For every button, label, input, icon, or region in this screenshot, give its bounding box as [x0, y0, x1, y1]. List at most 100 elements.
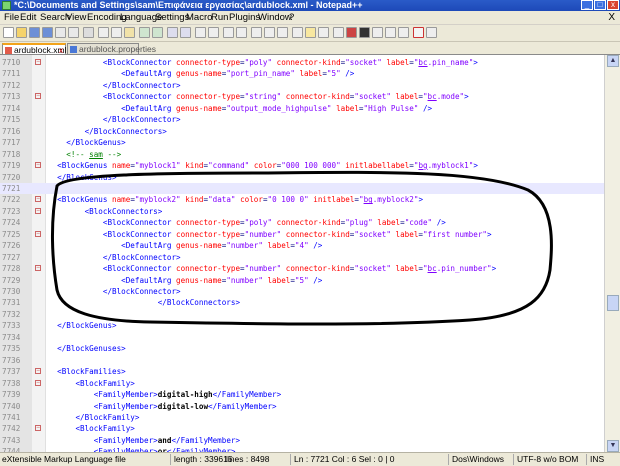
record-macro-icon[interactable]: [346, 27, 357, 38]
code-text[interactable]: </BlockGenus>: [48, 320, 116, 331]
menu-view[interactable]: View: [66, 12, 86, 24]
highlight-icon[interactable]: [305, 27, 316, 38]
fold-toggle-icon[interactable]: −: [35, 368, 41, 375]
close-all-icon[interactable]: [68, 27, 79, 38]
code-line[interactable]: 7733 </BlockGenus>: [0, 320, 604, 331]
code-line[interactable]: 7729 <DefaultArg genus-name="number" lab…: [0, 275, 604, 286]
code-line[interactable]: 7734: [0, 332, 604, 343]
code-text[interactable]: <BlockConnector connector-type="poly" co…: [48, 217, 446, 228]
sync-horizontal-icon[interactable]: [236, 27, 247, 38]
fold-toggle-icon[interactable]: −: [35, 59, 41, 65]
fold-toggle-icon[interactable]: −: [35, 196, 41, 203]
code-line[interactable]: 7741 </BlockFamily>: [0, 412, 604, 423]
save-macro-icon[interactable]: [398, 27, 409, 38]
code-text[interactable]: </BlockFamily>: [48, 412, 139, 423]
code-text[interactable]: </BlockConnectors>: [48, 126, 167, 137]
fold-toggle-icon[interactable]: −: [35, 230, 41, 237]
zoom-in-icon[interactable]: [195, 27, 206, 38]
code-line[interactable]: 7719 − <BlockGenus name="myblock1" kind="…: [0, 160, 604, 171]
scroll-thumb[interactable]: [607, 295, 619, 311]
code-line[interactable]: 7718 <!-- sam -->: [0, 149, 604, 160]
sync-vertical-icon[interactable]: [223, 27, 234, 38]
code-text[interactable]: <BlockConnectors>: [48, 206, 163, 217]
paste-icon[interactable]: [124, 27, 135, 38]
code-line[interactable]: 7725 − <BlockConnector connector-type="nu…: [0, 229, 604, 240]
code-line[interactable]: 7717 </BlockGenus>: [0, 137, 604, 148]
editor-area[interactable]: 7710 − <BlockConnector connector-type="po…: [0, 55, 604, 452]
code-line[interactable]: 7726 <DefaultArg genus-name="number" lab…: [0, 240, 604, 251]
redo-icon[interactable]: [152, 27, 163, 38]
code-line[interactable]: 7711 <DefaultArg genus-name="port_pin_na…: [0, 68, 604, 79]
tab-ardublock-properties[interactable]: ardublock.properties: [67, 43, 156, 54]
code-text[interactable]: <DefaultArg genus-name="port_pin_name" l…: [48, 68, 354, 79]
code-text[interactable]: <BlockConnector connector-type="poly" co…: [48, 57, 478, 68]
close-file-icon[interactable]: [55, 27, 66, 38]
code-line[interactable]: 7710 − <BlockConnector connector-type="po…: [0, 57, 604, 68]
find-icon[interactable]: [167, 27, 178, 38]
code-text[interactable]: </BlockGenus>: [48, 137, 125, 148]
spell-check-icon[interactable]: [413, 27, 424, 38]
menu-plugins[interactable]: Plugins: [229, 12, 260, 24]
code-text[interactable]: <FamilyMember>digital-high</FamilyMember…: [48, 389, 281, 400]
code-line[interactable]: 7723 − <BlockConnectors>: [0, 206, 604, 217]
open-file-icon[interactable]: [16, 27, 27, 38]
fold-toggle-icon[interactable]: −: [35, 379, 41, 386]
code-text[interactable]: <BlockFamily>: [48, 378, 134, 389]
code-line[interactable]: 7736: [0, 355, 604, 366]
copy-icon[interactable]: [111, 27, 122, 38]
code-line[interactable]: 7731 </BlockConnectors>: [0, 297, 604, 308]
code-line[interactable]: 7735 </BlockGenuses>: [0, 343, 604, 354]
code-line[interactable]: 7720 </BlockGenus>: [0, 172, 604, 183]
print-icon[interactable]: [83, 27, 94, 38]
vertical-scrollbar[interactable]: ▲ ▼: [604, 55, 620, 452]
close-window-button[interactable]: x: [607, 0, 619, 10]
code-line[interactable]: 7714 <DefaultArg genus-name="output_mode…: [0, 103, 604, 114]
indent-guide-icon[interactable]: [277, 27, 288, 38]
code-text[interactable]: </BlockConnector>: [48, 114, 181, 125]
code-line[interactable]: 7737 − <BlockFamilies>: [0, 366, 604, 377]
code-line[interactable]: 7712 </BlockConnector>: [0, 80, 604, 91]
show-all-chars-icon[interactable]: [264, 27, 275, 38]
code-line[interactable]: 7728 − <BlockConnector connector-type="nu…: [0, 263, 604, 274]
code-text[interactable]: <BlockConnector connector-type="string" …: [48, 91, 469, 102]
code-text[interactable]: <BlockGenus name="myblock1" kind="comman…: [48, 160, 478, 171]
code-line[interactable]: 7715 </BlockConnector>: [0, 114, 604, 125]
code-text[interactable]: <DefaultArg genus-name="number" label="4…: [48, 240, 322, 251]
code-text[interactable]: <BlockFamilies>: [48, 366, 126, 377]
code-text[interactable]: <BlockConnector connector-type="number" …: [48, 229, 492, 240]
code-line[interactable]: 7739 <FamilyMember>digital-high</FamilyM…: [0, 389, 604, 400]
menu-run[interactable]: Run: [211, 12, 228, 24]
cut-icon[interactable]: [98, 27, 109, 38]
user-language-icon[interactable]: [292, 27, 303, 38]
code-line[interactable]: 7743 <FamilyMember>and</FamilyMember>: [0, 435, 604, 446]
scroll-down-arrow-icon[interactable]: ▼: [607, 440, 619, 452]
fold-toggle-icon[interactable]: −: [35, 207, 41, 214]
code-line[interactable]: 7732: [0, 309, 604, 320]
save-all-icon[interactable]: [42, 27, 53, 38]
play-macro-icon[interactable]: [372, 27, 383, 38]
fold-all-icon[interactable]: [333, 27, 344, 38]
replace-icon[interactable]: [180, 27, 191, 38]
code-line[interactable]: 7740 <FamilyMember>digital-low</FamilyMe…: [0, 401, 604, 412]
undo-icon[interactable]: [139, 27, 150, 38]
code-line[interactable]: 7716 </BlockConnectors>: [0, 126, 604, 137]
code-text[interactable]: </BlockConnector>: [48, 286, 181, 297]
code-text[interactable]: </BlockConnectors>: [48, 297, 240, 308]
menu-settings[interactable]: Settings: [155, 12, 189, 24]
play-multiple-icon[interactable]: [385, 27, 396, 38]
code-line[interactable]: 7738 − <BlockFamily>: [0, 378, 604, 389]
notepadpp-app-icon[interactable]: [2, 1, 11, 10]
code-line[interactable]: 7721: [0, 182, 604, 194]
scroll-up-arrow-icon[interactable]: ▲: [607, 55, 619, 67]
code-line[interactable]: 7722 − <BlockGenus name="myblock2" kind="…: [0, 194, 604, 205]
code-text[interactable]: </BlockGenuses>: [48, 343, 126, 354]
code-text[interactable]: <FamilyMember>and</FamilyMember>: [48, 435, 240, 446]
zoom-out-icon[interactable]: [208, 27, 219, 38]
code-line[interactable]: 7730 </BlockConnector>: [0, 286, 604, 297]
menu-help[interactable]: ?: [289, 12, 294, 24]
fold-toggle-icon[interactable]: −: [35, 425, 41, 432]
code-line[interactable]: 7713 − <BlockConnector connector-type="st…: [0, 91, 604, 102]
extra-tool-icon[interactable]: [426, 27, 437, 38]
new-file-icon[interactable]: [3, 27, 14, 38]
code-text[interactable]: </BlockConnector>: [48, 252, 181, 263]
